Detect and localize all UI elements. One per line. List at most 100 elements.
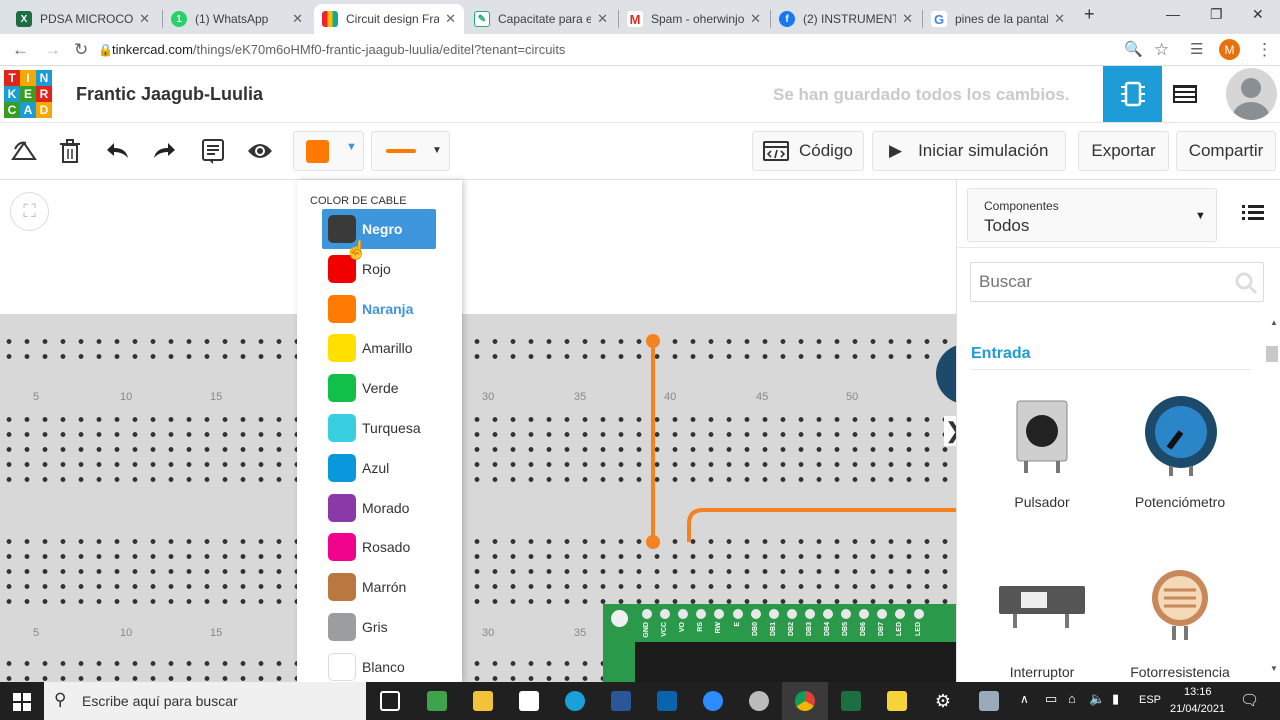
workplane[interactable]: ⛶ 5 10 15 30 35 40 45 50 5 10 15 30 35 G…	[0, 180, 966, 686]
user-avatar[interactable]	[1226, 68, 1277, 120]
lock-icon[interactable]: 🔒	[98, 43, 113, 57]
close-tab-icon[interactable]: ✕	[597, 11, 608, 27]
restore-icon[interactable]: ❐	[1210, 6, 1223, 23]
url-field[interactable]: tinkercad.com/things/eK70m6oHMf0-frantic…	[112, 42, 565, 57]
minimize-icon[interactable]: —	[1166, 6, 1180, 22]
close-window-icon[interactable]: ✕	[1252, 6, 1264, 23]
export-button[interactable]: Exportar	[1078, 131, 1169, 171]
wire-color-option[interactable]: Naranja	[322, 289, 436, 329]
orange-wire[interactable]	[687, 508, 956, 542]
network-icon[interactable]: ⌂	[1068, 691, 1076, 706]
category-select[interactable]: Componentes Todos ▼	[967, 188, 1217, 242]
wire-color-option[interactable]: Turquesa	[322, 408, 436, 448]
visibility-icon[interactable]	[246, 137, 274, 165]
wire-color-option[interactable]: Negro	[322, 209, 436, 249]
browser-tab[interactable]: X PDSA MICROCON ✕	[8, 4, 158, 34]
clock-date[interactable]: 21/04/2021	[1170, 703, 1225, 715]
wire-color-option[interactable]: Gris	[322, 607, 436, 647]
rotate-icon[interactable]	[10, 137, 38, 165]
code-button[interactable]: Código	[752, 131, 864, 171]
search-icon[interactable]	[1234, 271, 1258, 295]
wire-color-option[interactable]: Blanco	[322, 647, 436, 687]
close-tab-icon[interactable]: ✕	[139, 11, 150, 27]
edge-icon[interactable]	[565, 691, 585, 711]
close-tab-icon[interactable]: ✕	[902, 11, 913, 27]
forward-icon[interactable]: →	[44, 40, 61, 60]
breadboard[interactable]: 5 10 15 30 35 40 45 50 5 10 15 30 35 GND…	[0, 314, 966, 686]
list-view-icon[interactable]	[1241, 202, 1265, 227]
close-tab-icon[interactable]: ✕	[445, 11, 456, 27]
task-view-icon[interactable]	[380, 691, 400, 711]
project-title[interactable]: Frantic Jaagub-Luulia	[76, 84, 263, 105]
wire-color-option[interactable]: Amarillo	[322, 328, 436, 368]
schematic-list-icon[interactable]	[1170, 80, 1200, 113]
browser-tab[interactable]: ✎ Capacitate para el ✕	[466, 4, 616, 34]
star-icon[interactable]: ☆	[1154, 40, 1169, 60]
redo-icon[interactable]	[150, 137, 178, 165]
start-simulation-button[interactable]: ▶ Iniciar simulación	[872, 131, 1066, 171]
back-icon[interactable]: ←	[12, 40, 29, 60]
browser-tab[interactable]: 1 (1) WhatsApp ✕	[163, 4, 311, 34]
battery-icon[interactable]: ▮	[1112, 691, 1119, 707]
new-tab-icon[interactable]: +	[1084, 4, 1095, 25]
tray-chevron-icon[interactable]: ∧	[1020, 692, 1029, 706]
mail-icon[interactable]	[657, 691, 677, 711]
sticky-notes-icon[interactable]	[887, 691, 907, 711]
delete-icon[interactable]	[56, 137, 84, 165]
share-button[interactable]: Compartir	[1176, 131, 1276, 171]
wire-color-option[interactable]: Rojo	[322, 249, 436, 289]
component-switch[interactable]: Interruptor	[987, 560, 1097, 682]
notes-icon[interactable]	[199, 137, 227, 165]
taskbar-search[interactable]: ⚲ Escribe aquí para buscar	[44, 682, 366, 720]
excel-icon[interactable]	[841, 691, 861, 711]
browser-tab[interactable]: G pines de la pantall ✕	[923, 4, 1073, 34]
wire-type-picker[interactable]: ▼	[371, 131, 450, 171]
undo-icon[interactable]	[104, 137, 132, 165]
scrollbar-thumb[interactable]	[1266, 346, 1278, 362]
wire-color-option[interactable]: Azul	[322, 448, 436, 488]
wire-endpoint[interactable]	[646, 334, 660, 348]
settings-gear-icon[interactable]: ⚙	[933, 691, 953, 711]
app-icon[interactable]	[979, 691, 999, 711]
clock-time[interactable]: 13:16	[1184, 686, 1212, 698]
fit-view-icon[interactable]: ⛶	[10, 192, 49, 231]
search-field[interactable]	[970, 262, 1264, 302]
app-icon[interactable]	[749, 691, 769, 711]
close-tab-icon[interactable]: ✕	[292, 11, 303, 27]
browser-tab-active[interactable]: Circuit design Fra ✕	[314, 4, 464, 34]
store-icon[interactable]	[519, 691, 539, 711]
wire-color-option[interactable]: Verde	[322, 368, 436, 408]
component-pushbutton[interactable]: Pulsador	[987, 392, 1097, 512]
notifications-icon[interactable]: 🗨	[1240, 691, 1259, 709]
close-tab-icon[interactable]: ✕	[750, 11, 761, 27]
reload-icon[interactable]: ↻	[74, 40, 88, 60]
zoom-app-icon[interactable]	[703, 691, 723, 711]
circuit-view-button[interactable]	[1103, 66, 1162, 122]
browser-tab[interactable]: f (2) INSTRUMENTIS ✕	[771, 4, 921, 34]
tinkercad-logo[interactable]: T I N K E R C A D	[4, 70, 52, 118]
browser-tab[interactable]: M Spam - oherwinjo ✕	[619, 4, 769, 34]
windows-start-icon[interactable]	[13, 693, 31, 711]
component-photoresistor[interactable]: Fotorresistencia	[1125, 560, 1235, 682]
wire-color-option[interactable]: Marrón	[322, 567, 436, 607]
wire-color-option[interactable]: Rosado	[322, 527, 436, 567]
tray-app-icon[interactable]: ▭	[1045, 691, 1057, 707]
scroll-up-icon[interactable]: ▲	[1270, 318, 1278, 327]
component-potentiometer[interactable]: Potenciómetro	[1125, 392, 1235, 512]
language-indicator[interactable]: ESP	[1139, 694, 1161, 706]
menu-dots-icon[interactable]: ⋮	[1256, 40, 1273, 60]
reading-list-icon[interactable]: ☰	[1190, 40, 1203, 58]
wire-endpoint[interactable]	[646, 535, 660, 549]
wire-color-option[interactable]: Morado	[322, 488, 436, 528]
zoom-icon[interactable]: 🔍	[1124, 40, 1143, 58]
file-explorer-icon[interactable]	[473, 691, 493, 711]
close-tab-icon[interactable]: ✕	[1054, 11, 1065, 27]
wire-color-picker[interactable]: ▼	[293, 131, 364, 171]
chrome-icon[interactable]	[795, 691, 815, 711]
search-input[interactable]	[979, 271, 1219, 293]
volume-icon[interactable]: 🔈	[1089, 691, 1105, 707]
word-icon[interactable]	[611, 691, 631, 711]
scroll-down-icon[interactable]: ▼	[1270, 664, 1278, 673]
profile-avatar[interactable]: M	[1219, 39, 1240, 60]
app-icon[interactable]	[427, 691, 447, 711]
